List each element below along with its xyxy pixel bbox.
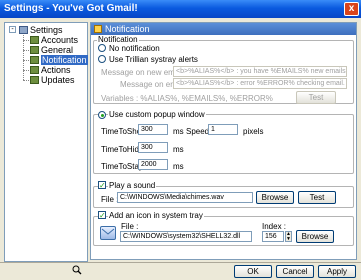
- use-trillian-label: Use Trillian systray alerts: [109, 55, 198, 64]
- settings-tree[interactable]: - Settings Accounts General Notification…: [4, 22, 88, 262]
- tray-file-field[interactable]: C:\WINDOWS\system32\SHELL32.dll: [120, 231, 252, 242]
- tree-item-updates[interactable]: Updates: [30, 75, 75, 85]
- time-to-hide-unit: ms: [173, 145, 184, 154]
- updates-icon: [30, 76, 39, 84]
- accounts-icon: [30, 36, 39, 44]
- footer-divider: [0, 262, 361, 263]
- index-spinner[interactable]: ▲ ▼: [285, 231, 292, 242]
- variables-text: Variables : %ALIAS%, %EMAILS%, %ERROR%: [101, 94, 273, 103]
- sound-file-field[interactable]: C:\WINDOWS\Media\chimes.wav: [117, 192, 253, 203]
- msg-new-email-field[interactable]: <b>%ALIAS%</b> : you have %EMAILS% new e…: [173, 66, 347, 77]
- trillian-test-button[interactable]: Test: [296, 91, 336, 104]
- tree-root-settings[interactable]: Settings: [19, 25, 63, 35]
- add-tray-icon-checkbox[interactable]: ✓: [98, 211, 106, 220]
- time-to-stay-field[interactable]: 2000: [138, 159, 168, 170]
- use-trillian-radio[interactable]: [98, 55, 106, 63]
- tree-item-notification[interactable]: Notification: [30, 55, 88, 65]
- speed-unit: pixels: [243, 127, 264, 136]
- notification-icon: [30, 56, 39, 64]
- tree-item-label: Updates: [41, 75, 75, 85]
- no-notification-label: No notification: [109, 44, 160, 53]
- notification-icon: [94, 25, 102, 33]
- index-label: Index :: [262, 222, 287, 231]
- apply-button[interactable]: Apply: [318, 265, 356, 278]
- speed-field[interactable]: 1: [208, 124, 238, 135]
- sound-file-label: File :: [101, 195, 119, 204]
- tree-item-label: Notification: [41, 55, 88, 65]
- panel-header: Notification: [91, 23, 356, 35]
- add-tray-icon-label: Add an icon in system tray: [108, 211, 204, 220]
- tree-item-label: Actions: [41, 65, 71, 75]
- general-icon: [30, 46, 39, 54]
- close-button[interactable]: x: [344, 2, 359, 16]
- envelope-icon: [100, 226, 116, 240]
- panel-title: Notification: [105, 24, 150, 34]
- actions-icon: [30, 66, 39, 74]
- settings-folder-icon: [19, 26, 28, 34]
- time-to-show-unit: ms: [173, 127, 184, 136]
- magnifier-icon[interactable]: [72, 265, 82, 275]
- tree-item-general[interactable]: General: [30, 45, 73, 55]
- tree-item-accounts[interactable]: Accounts: [30, 35, 78, 45]
- tree-item-label: Accounts: [41, 35, 79, 45]
- play-sound-label: Play a sound: [108, 181, 157, 190]
- msg-error-field[interactable]: <b>%ALIAS%</b> : error %ERROR% checking …: [173, 78, 347, 89]
- sound-browse-button[interactable]: Browse: [256, 191, 294, 204]
- tree-item-label: General: [41, 45, 74, 55]
- play-sound-checkbox[interactable]: ✓: [98, 181, 106, 190]
- ok-button[interactable]: OK: [234, 265, 272, 278]
- tree-item-actions[interactable]: Actions: [30, 65, 71, 75]
- sound-test-button[interactable]: Test: [298, 191, 336, 204]
- tray-browse-button[interactable]: Browse: [296, 230, 334, 243]
- tray-file-label: File :: [121, 222, 139, 231]
- collapse-icon[interactable]: -: [9, 26, 16, 33]
- window-title: Settings - You've Got Gmail!: [4, 3, 138, 14]
- cancel-button[interactable]: Cancel: [276, 265, 314, 278]
- notification-group-title: Notification: [97, 35, 139, 44]
- no-notification-radio[interactable]: [98, 44, 106, 52]
- tree-root-label: Settings: [30, 25, 63, 35]
- time-to-show-field[interactable]: 300: [138, 124, 168, 135]
- time-to-stay-unit: ms: [173, 162, 184, 171]
- use-custom-popup-radio[interactable]: [98, 111, 106, 119]
- index-field[interactable]: 156: [262, 231, 284, 242]
- time-to-hide-field[interactable]: 300: [138, 142, 168, 153]
- use-custom-popup-label: Use custom popup window: [108, 110, 206, 119]
- title-bar[interactable]: Settings - You've Got Gmail! x: [0, 0, 361, 18]
